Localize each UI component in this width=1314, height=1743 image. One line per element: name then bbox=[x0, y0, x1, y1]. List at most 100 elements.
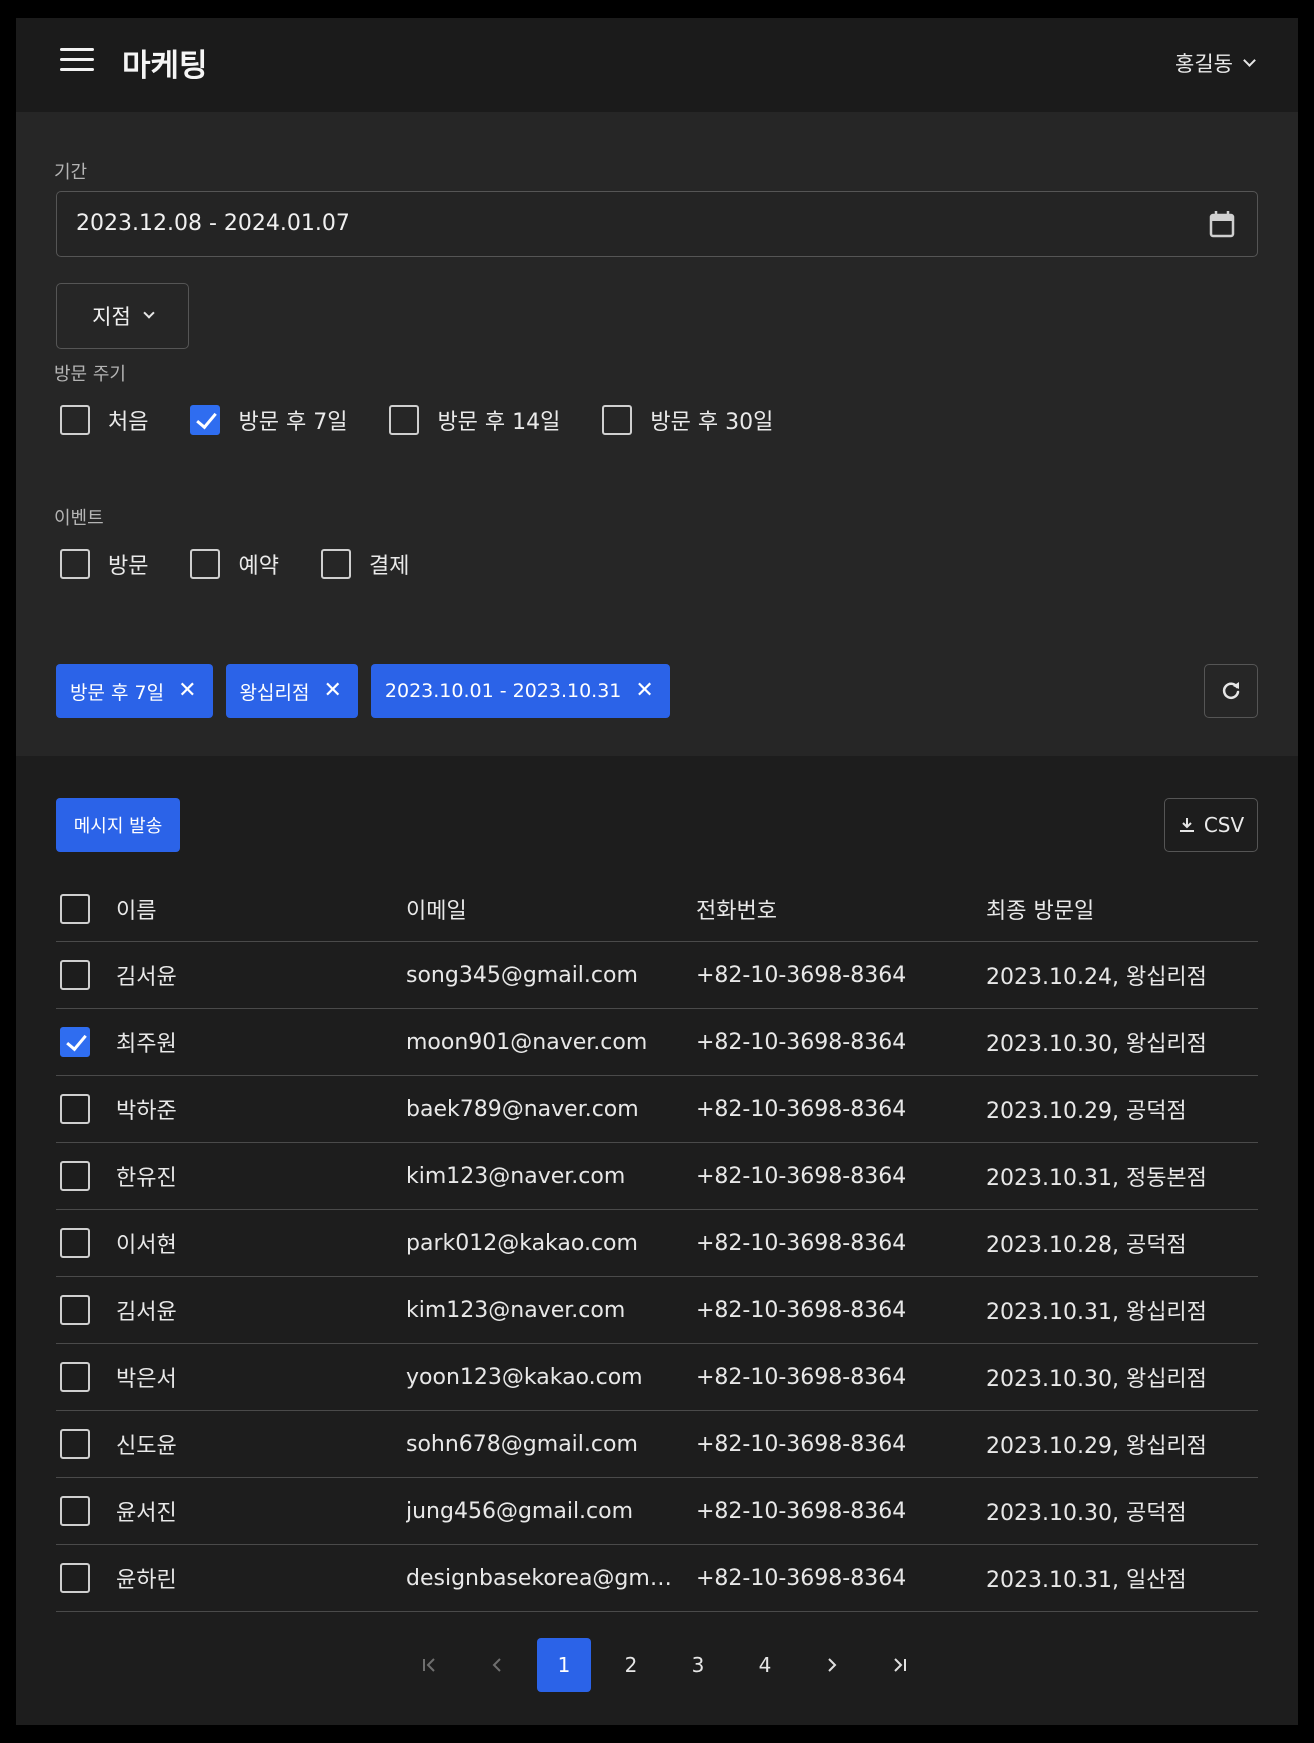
row-checkbox[interactable] bbox=[60, 1496, 90, 1526]
table-row[interactable]: 윤하린 designbasekorea@gm… +82-10-3698-8364 20… bbox=[56, 1545, 1258, 1612]
row-checkbox[interactable] bbox=[60, 1563, 90, 1593]
visit-cycle-30days[interactable]: 방문 후 30일 bbox=[602, 404, 773, 436]
cell-name: 박하준 bbox=[116, 1099, 177, 1124]
page-button-3[interactable]: 3 bbox=[671, 1638, 725, 1692]
next-page-icon[interactable] bbox=[805, 1638, 859, 1692]
calendar-icon[interactable] bbox=[1209, 210, 1235, 238]
visit-cycle-options: 처음 방문 후 7일 방문 후 14일 방문 후 30일 bbox=[60, 404, 815, 436]
column-header-name[interactable]: 이름 bbox=[116, 893, 406, 925]
cell-last-visit: 2023.10.24, 왕십리점 bbox=[986, 965, 1207, 990]
close-icon[interactable]: ✕ bbox=[635, 680, 653, 702]
table-row[interactable]: 최주원 moon901@naver.com +82-10-3698-8364 2023… bbox=[56, 1009, 1258, 1076]
cell-email: baek789@naver.com bbox=[406, 1096, 639, 1122]
visit-cycle-7days[interactable]: 방문 후 7일 bbox=[190, 404, 347, 436]
cell-last-visit: 2023.10.30, 왕십리점 bbox=[986, 1032, 1207, 1057]
branch-label: 지점 bbox=[92, 305, 131, 329]
checkbox-cell bbox=[56, 1228, 116, 1258]
cell-phone: +82-10-3698-8364 bbox=[696, 1297, 907, 1323]
row-checkbox[interactable] bbox=[60, 1429, 90, 1459]
csv-download-button[interactable]: CSV bbox=[1164, 798, 1258, 852]
close-icon[interactable]: ✕ bbox=[323, 680, 341, 702]
table-row[interactable]: 김서윤 song345@gmail.com +82-10-3698-8364 2023… bbox=[56, 942, 1258, 1009]
page-button-2[interactable]: 2 bbox=[604, 1638, 658, 1692]
event-payment[interactable]: 결제 bbox=[320, 548, 410, 580]
table-row[interactable]: 이서현 park012@kakao.com +82-10-3698-8364 2023… bbox=[56, 1210, 1258, 1277]
table-row[interactable]: 김서윤 kim123@naver.com +82-10-3698-8364 2023.… bbox=[56, 1277, 1258, 1344]
first-page-icon[interactable] bbox=[403, 1638, 457, 1692]
column-header-phone[interactable]: 전화번호 bbox=[696, 893, 986, 925]
filter-panel: 기간 2023.12.08 - 2024.01.07 지점 방문 주기 처음 방… bbox=[16, 112, 1298, 756]
reset-filters-button[interactable] bbox=[1204, 664, 1258, 718]
prev-page-icon[interactable] bbox=[470, 1638, 524, 1692]
filter-chip[interactable]: 2023.10.01 - 2023.10.31 ✕ bbox=[370, 664, 670, 718]
last-page-icon[interactable] bbox=[872, 1638, 926, 1692]
cell-phone: +82-10-3698-8364 bbox=[696, 962, 907, 988]
checkbox-label: 예약 bbox=[238, 554, 279, 579]
visit-cycle-first[interactable]: 처음 bbox=[60, 404, 148, 436]
send-message-button[interactable]: 메시지 발송 bbox=[56, 798, 180, 852]
row-checkbox[interactable] bbox=[60, 1362, 90, 1392]
chip-label: 방문 후 7일 bbox=[70, 681, 165, 704]
checkbox-cell bbox=[56, 1362, 116, 1392]
row-checkbox[interactable] bbox=[60, 1228, 90, 1258]
checkbox-cell bbox=[56, 1563, 116, 1593]
checkbox-label: 결제 bbox=[368, 554, 410, 579]
table-row[interactable]: 박하준 baek789@naver.com +82-10-3698-8364 2023… bbox=[56, 1076, 1258, 1143]
checkbox[interactable] bbox=[389, 405, 420, 435]
branch-dropdown[interactable]: 지점 bbox=[56, 283, 189, 349]
checkbox[interactable] bbox=[190, 549, 221, 579]
row-checkbox[interactable] bbox=[60, 1295, 90, 1325]
row-checkbox-checked[interactable] bbox=[60, 1027, 90, 1057]
cell-email: yoon123@kakao.com bbox=[406, 1364, 643, 1390]
cell-phone: +82-10-3698-8364 bbox=[696, 1096, 907, 1122]
user-menu[interactable]: 홍길동 bbox=[1175, 48, 1256, 78]
column-header-email[interactable]: 이메일 bbox=[406, 893, 696, 925]
row-checkbox[interactable] bbox=[60, 1161, 90, 1191]
cell-email: designbasekorea@gm… bbox=[406, 1565, 672, 1591]
column-header-last-visit[interactable]: 최종 방문일 bbox=[986, 893, 1258, 925]
checkbox-cell bbox=[56, 960, 116, 990]
period-date-range-input[interactable]: 2023.12.08 - 2024.01.07 bbox=[56, 191, 1258, 257]
cell-email: kim123@naver.com bbox=[406, 1163, 626, 1189]
app-frame: 마케팅 홍길동 기간 2023.12.08 - 2024.01.07 지점 방문… bbox=[16, 18, 1298, 1725]
pagination: 1 2 3 4 bbox=[403, 1638, 926, 1692]
visit-cycle-14days[interactable]: 방문 후 14일 bbox=[389, 404, 560, 436]
hamburger-menu-icon[interactable] bbox=[60, 48, 94, 74]
checkbox[interactable] bbox=[602, 405, 633, 435]
cell-name: 박은서 bbox=[116, 1367, 177, 1392]
checkbox[interactable] bbox=[60, 549, 90, 579]
checkbox-cell bbox=[56, 1161, 116, 1191]
checkbox-label: 방문 후 14일 bbox=[437, 410, 561, 435]
checkbox-cell bbox=[56, 1295, 116, 1325]
row-checkbox[interactable] bbox=[60, 960, 90, 990]
select-all-checkbox[interactable] bbox=[60, 893, 90, 924]
csv-label: CSV bbox=[1203, 813, 1245, 837]
table-row[interactable]: 윤서진 jung456@gmail.com +82-10-3698-8364 2023… bbox=[56, 1478, 1258, 1545]
cell-name: 윤서진 bbox=[116, 1501, 177, 1526]
checkbox-cell bbox=[56, 1094, 116, 1124]
table-row[interactable]: 박은서 yoon123@kakao.com +82-10-3698-8364 2023… bbox=[56, 1344, 1258, 1411]
checkbox-cell bbox=[56, 1429, 116, 1459]
event-visit[interactable]: 방문 bbox=[60, 548, 148, 580]
checkbox-checked[interactable] bbox=[190, 405, 221, 435]
active-filter-chips: 방문 후 7일 ✕ 왕십리점 ✕ 2023.10.01 - 2023.10.31… bbox=[56, 664, 670, 718]
event-options: 방문 예약 결제 bbox=[60, 548, 451, 580]
close-icon[interactable]: ✕ bbox=[178, 680, 196, 702]
chip-label: 2023.10.01 - 2023.10.31 bbox=[384, 680, 622, 702]
top-bar: 마케팅 홍길동 bbox=[16, 18, 1298, 112]
checkbox[interactable] bbox=[320, 549, 351, 579]
filter-chip[interactable]: 방문 후 7일 ✕ bbox=[56, 664, 213, 718]
row-checkbox[interactable] bbox=[60, 1094, 90, 1124]
checkbox[interactable] bbox=[60, 405, 90, 435]
checkbox-label: 방문 후 30일 bbox=[650, 410, 774, 435]
filter-chip[interactable]: 왕십리점 ✕ bbox=[225, 664, 358, 718]
page-button-4[interactable]: 4 bbox=[738, 1638, 792, 1692]
checkbox-label: 방문 bbox=[108, 554, 149, 579]
page-button-1[interactable]: 1 bbox=[537, 1638, 591, 1692]
checkbox-label: 처음 bbox=[108, 410, 149, 435]
table-row[interactable]: 신도윤 sohn678@gmail.com +82-10-3698-8364 2023… bbox=[56, 1411, 1258, 1478]
table-row[interactable]: 한유진 kim123@naver.com +82-10-3698-8364 2023.… bbox=[56, 1143, 1258, 1210]
cell-last-visit: 2023.10.30, 왕십리점 bbox=[986, 1367, 1207, 1392]
event-reservation[interactable]: 예약 bbox=[190, 548, 279, 580]
event-label: 이벤트 bbox=[54, 508, 104, 529]
